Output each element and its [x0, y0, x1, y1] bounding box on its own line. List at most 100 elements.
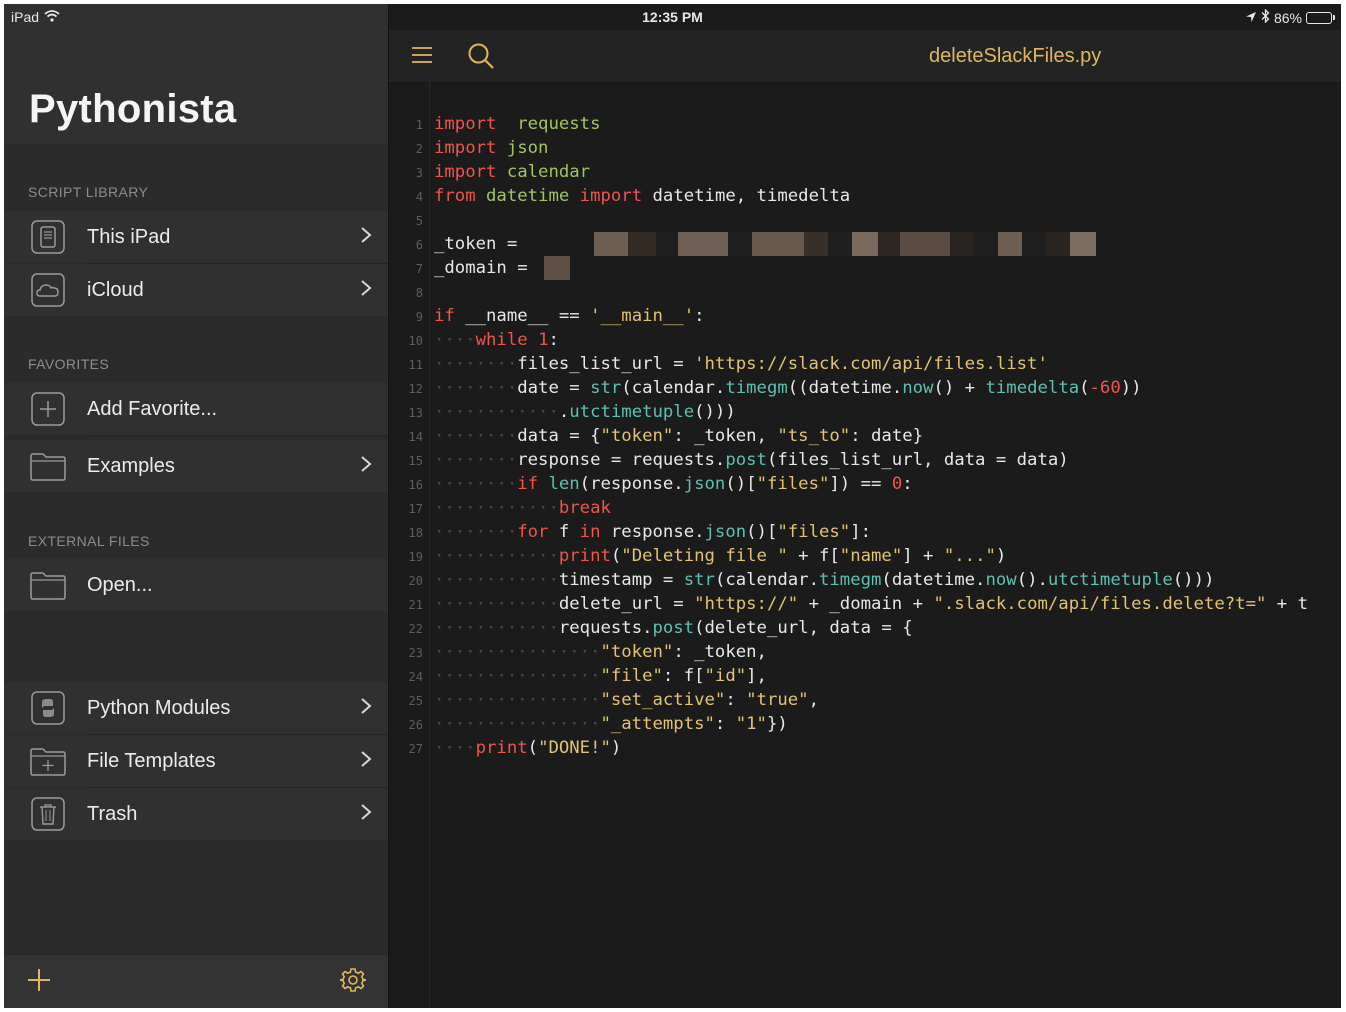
redacted-block — [803, 232, 828, 256]
sidebar-item-icloud[interactable]: iCloud — [4, 264, 388, 316]
sidebar-item-trash[interactable]: Trash — [4, 788, 388, 840]
code-line: 8 — [389, 280, 1341, 304]
plus-box-icon — [30, 391, 66, 427]
code-line: 16 ········if len(response.json()["files"… — [389, 472, 1341, 496]
section-header-script-library: SCRIPT LIBRARY — [28, 184, 149, 200]
trash-label: Trash — [87, 802, 138, 825]
line-number: 22 — [408, 622, 423, 636]
sidebar-item-examples[interactable]: Examples — [4, 440, 388, 492]
code-line: 2 import json — [389, 136, 1341, 160]
line-number: 14 — [408, 430, 423, 444]
chevron-right-icon — [360, 224, 372, 250]
trash-icon — [30, 796, 66, 832]
code-line: 10 ····while 1: — [389, 328, 1341, 352]
location-arrow-icon — [1245, 10, 1257, 26]
code-area[interactable]: 1 import requests 2 import json 3 import cale… — [389, 112, 1341, 972]
sidebar-item-open[interactable]: Open... — [4, 559, 388, 611]
code-text: ····while 1: — [434, 330, 559, 350]
sidebar: Pythonista SCRIPT LIBRARY This iPad iClo… — [4, 4, 388, 1008]
battery-icon — [1306, 11, 1335, 24]
code-text: ············requests.post(delete_url, da… — [434, 618, 913, 638]
cloud-icon — [30, 272, 66, 308]
code-text: ············print("Deleting file " + f["… — [434, 546, 1007, 566]
code-text: ············timestamp = str(calendar.tim… — [434, 570, 1215, 590]
divider — [87, 435, 388, 436]
redacted-block — [655, 232, 678, 256]
examples-label: Examples — [87, 454, 175, 477]
code-text: ················"token": _token, — [434, 642, 767, 662]
redacted-block — [1069, 232, 1096, 256]
search-icon[interactable] — [467, 42, 495, 75]
code-line: 6 _token = — [389, 232, 1341, 256]
ipad-document-icon — [30, 219, 66, 255]
line-number: 1 — [415, 118, 423, 132]
code-editor: deleteSlackFiles.py 1 import requests 2 imp… — [388, 4, 1341, 1008]
redacted-block — [899, 232, 950, 256]
code-line: 4 from datetime import datetime, timedelt… — [389, 184, 1341, 208]
gear-icon[interactable] — [339, 967, 367, 998]
add-favorite-label: Add Favorite... — [87, 397, 218, 420]
plus-icon[interactable] — [26, 967, 52, 998]
code-text: ····print("DONE!") — [434, 738, 622, 758]
line-number: 2 — [415, 142, 423, 156]
line-number: 8 — [415, 286, 423, 300]
code-line: 27 ····print("DONE!") — [389, 736, 1341, 760]
code-line: 7 _domain = — [389, 256, 1341, 280]
template-folder-icon — [30, 743, 66, 779]
sidebar-item-add-favorite[interactable]: Add Favorite... — [4, 383, 388, 435]
status-bar: iPad 12:35 PM 86% — [4, 4, 1341, 30]
code-text: from datetime import datetime, timedelta — [434, 186, 851, 206]
open-label: Open... — [87, 573, 153, 596]
code-line: 25 ················"set_active": "true", — [389, 688, 1341, 712]
chevron-right-icon — [360, 453, 372, 479]
code-line: 1 import requests — [389, 112, 1341, 136]
sidebar-bottom-bar — [4, 954, 388, 1008]
code-text: ················"_attempts": "1"}) — [434, 714, 788, 734]
chevron-right-icon — [360, 801, 372, 827]
sidebar-item-file-templates[interactable]: File Templates — [4, 735, 388, 787]
code-line: 12 ········date = str(calendar.timegm((da… — [389, 376, 1341, 400]
code-text: ········files_list_url = 'https://slack.… — [434, 354, 1048, 374]
this-ipad-label: This iPad — [87, 225, 171, 248]
chevron-right-icon — [360, 748, 372, 774]
section-header-favorites: FAVORITES — [28, 356, 110, 372]
line-number: 13 — [408, 406, 423, 420]
code-text: ········response = requests.post(files_l… — [434, 450, 1069, 470]
line-number: 17 — [408, 502, 423, 516]
line-number: 23 — [408, 646, 423, 660]
code-text: import requests — [434, 114, 601, 134]
chevron-right-icon — [360, 695, 372, 721]
hamburger-menu-icon[interactable] — [411, 46, 433, 69]
line-number: 18 — [408, 526, 423, 540]
sidebar-item-python-modules[interactable]: Python Modules — [4, 682, 388, 734]
code-line: 22 ············requests.post(delete_url, … — [389, 616, 1341, 640]
code-text: ············delete_url = "https://" + _d… — [434, 594, 1308, 614]
redacted-block — [1045, 232, 1070, 256]
sidebar-item-this-ipad[interactable]: This iPad — [4, 211, 388, 263]
line-number: 25 — [408, 694, 423, 708]
redacted-block — [877, 232, 900, 256]
file-title[interactable]: deleteSlackFiles.py — [929, 45, 1101, 68]
section-header-external-files: EXTERNAL FILES — [28, 533, 150, 549]
code-text: ········data = {"token": _token, "ts_to"… — [434, 426, 924, 446]
code-line: 19 ············print("Deleting file " + f… — [389, 544, 1341, 568]
code-line: 5 — [389, 208, 1341, 232]
line-number: 4 — [415, 190, 423, 204]
app-title: Pythonista — [29, 87, 237, 131]
line-number: 9 — [415, 310, 423, 324]
ipad-screen: Pythonista SCRIPT LIBRARY This iPad iClo… — [4, 4, 1341, 1008]
line-number: 16 — [408, 478, 423, 492]
redacted-block — [593, 232, 628, 256]
code-line: 20 ············timestamp = str(calendar.t… — [389, 568, 1341, 592]
code-line: 3 import calendar — [389, 160, 1341, 184]
redacted-block — [544, 256, 571, 280]
redacted-block — [949, 232, 974, 256]
redacted-block — [997, 232, 1022, 256]
line-number: 5 — [415, 214, 423, 228]
code-line: 23 ················"token": _token, — [389, 640, 1341, 664]
line-number: 26 — [408, 718, 423, 732]
line-number: 7 — [415, 262, 423, 276]
line-number: 11 — [408, 358, 423, 372]
code-line: 26 ················"_attempts": "1"}) — [389, 712, 1341, 736]
line-number: 12 — [408, 382, 423, 396]
